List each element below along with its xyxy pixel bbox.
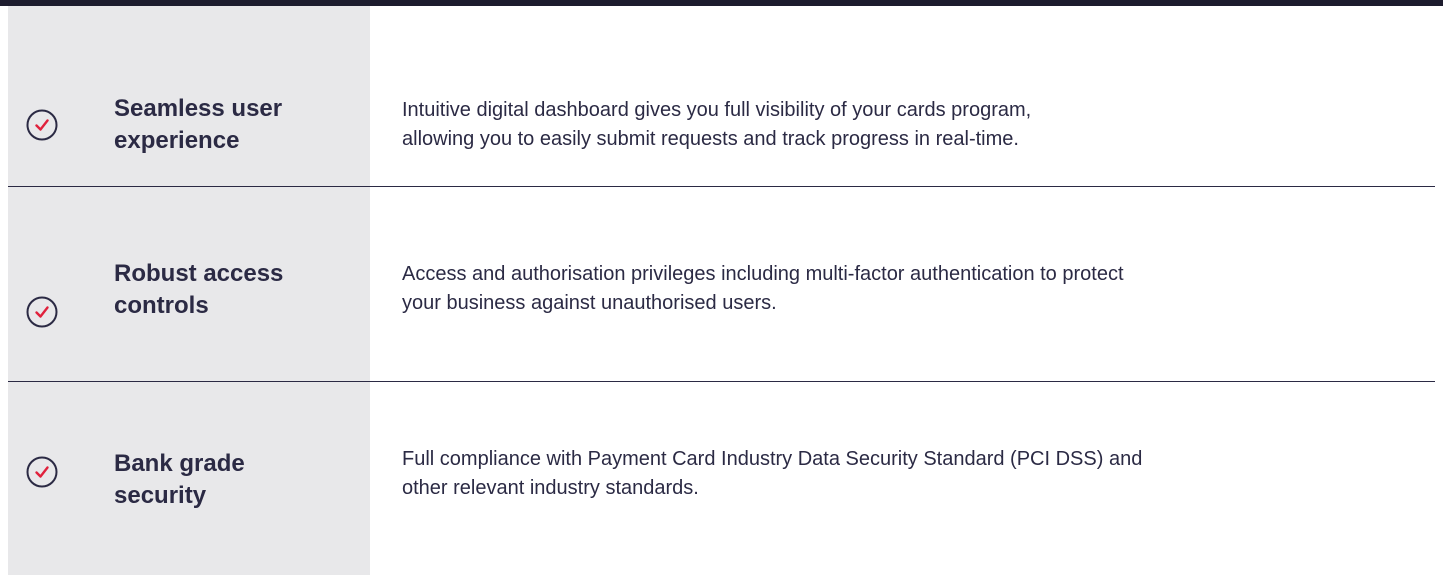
feature-title-line: security: [114, 482, 207, 509]
feature-description-line: Full compliance with Payment Card Indust…: [402, 448, 1143, 470]
feature-description-line: allowing you to easily submit requests a…: [402, 128, 1019, 150]
feature-description-line: Access and authorisation privileges incl…: [402, 263, 1124, 285]
feature-description: Full compliance with Payment Card Indust…: [402, 445, 1412, 503]
feature-title-line: Bank grade: [114, 450, 245, 477]
check-circle-icon: [25, 295, 59, 329]
feature-description-line: other relevant industry standards.: [402, 477, 699, 499]
feature-description-line: Intuitive digital dashboard gives you fu…: [402, 99, 1032, 121]
feature-title: Robust access controls: [114, 258, 354, 322]
check-circle-icon: [25, 108, 59, 142]
feature-title: Seamless user experience: [114, 93, 354, 157]
feature-description: Access and authorisation privileges incl…: [402, 260, 1412, 318]
feature-title: Bank grade security: [114, 448, 354, 512]
feature-title-line: controls: [114, 292, 209, 319]
feature-title-line: experience: [114, 127, 240, 154]
row-divider: [8, 381, 1435, 382]
feature-title-line: Robust access: [114, 260, 284, 287]
check-circle-icon: [25, 455, 59, 489]
feature-title-line: Seamless user: [114, 95, 283, 122]
feature-description-line: your business against unauthorised users…: [402, 292, 777, 314]
row-divider: [8, 186, 1435, 187]
feature-description: Intuitive digital dashboard gives you fu…: [402, 96, 1412, 154]
feature-list-page: Seamless user experience Intuitive digit…: [0, 0, 1443, 575]
